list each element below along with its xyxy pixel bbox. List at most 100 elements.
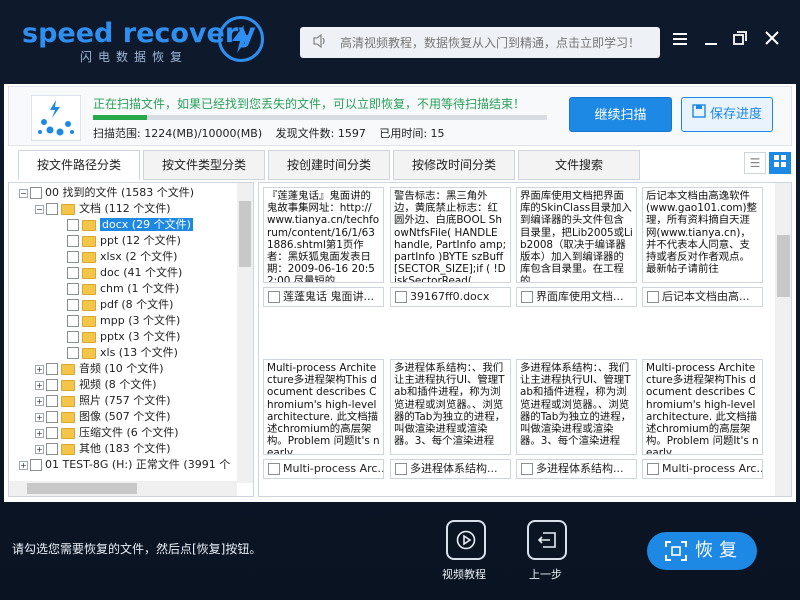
tree-item[interactable]: + 其他 (183 个文件) bbox=[35, 441, 171, 457]
maximize-icon[interactable] bbox=[729, 30, 751, 52]
file-card-label[interactable]: 多进程体系结构... bbox=[516, 459, 637, 479]
file-card[interactable]: 『莲蓬鬼话』鬼面讲的鬼故事集网址：http://www.tianya.cn/te… bbox=[263, 187, 384, 307]
tab-0[interactable]: 按文件路径分类 bbox=[18, 150, 140, 180]
file-card[interactable]: 多进程体系结构：、我们让主进程执行UI、管理Tab和插件进程，称为浏览进程或浏览… bbox=[516, 359, 637, 479]
file-card[interactable]: 多进程体系结构：、我们让主进程执行UI、管理Tab和插件进程，称为浏览进程或浏览… bbox=[390, 359, 511, 479]
tree-checkbox[interactable] bbox=[67, 347, 79, 359]
file-checkbox[interactable] bbox=[268, 463, 280, 475]
tree-item[interactable]: + 照片 (757 个文件) bbox=[35, 393, 171, 409]
tree-item[interactable]: doc (41 个文件) bbox=[67, 265, 182, 281]
tree-checkbox[interactable] bbox=[67, 315, 79, 327]
tree-item-count: (112 个文件) bbox=[104, 202, 171, 215]
file-checkbox[interactable] bbox=[395, 463, 407, 475]
tree-checkbox[interactable] bbox=[46, 203, 58, 215]
search-input[interactable] bbox=[340, 28, 650, 57]
tree-horizontal-scrollbar[interactable] bbox=[9, 481, 237, 496]
file-card-label[interactable]: Multi-process Arc... bbox=[263, 459, 384, 479]
file-checkbox[interactable] bbox=[268, 291, 280, 303]
file-checkbox[interactable] bbox=[521, 463, 533, 475]
tree-item[interactable]: xls (13 个文件) bbox=[67, 345, 178, 361]
scroll-thumb[interactable] bbox=[239, 201, 251, 267]
tree-item[interactable]: − 00 找到的文件 (1583 个文件) bbox=[19, 185, 194, 201]
scroll-thumb[interactable] bbox=[27, 483, 137, 494]
tab-4[interactable]: 文件搜索 bbox=[518, 150, 640, 180]
tree-checkbox[interactable] bbox=[46, 395, 58, 407]
tree-item[interactable]: pdf (8 个文件) bbox=[67, 297, 173, 313]
scroll-thumb[interactable] bbox=[777, 235, 790, 297]
tree-checkbox[interactable] bbox=[67, 267, 79, 279]
tree-item[interactable]: + 压缩文件 (6 个文件) bbox=[35, 425, 179, 441]
tree-checkbox[interactable] bbox=[67, 251, 79, 263]
expand-toggle-icon[interactable]: + bbox=[35, 428, 44, 438]
menu-icon[interactable] bbox=[669, 30, 691, 52]
minimize-icon[interactable] bbox=[700, 30, 722, 52]
file-card[interactable]: 警告标志：黑三角外边，黄底禁止标志：红圆外边、白底BOOL ShowNtfsFi… bbox=[390, 187, 511, 307]
tree-checkbox[interactable] bbox=[67, 283, 79, 295]
tree-item[interactable]: chm (1 个文件) bbox=[67, 281, 179, 297]
file-card[interactable]: Multi-process Architecture多进程架构This docu… bbox=[263, 359, 384, 479]
file-card[interactable]: 界面库使用文档把界面库的SkinClass目录加入到编译器的头文件包含目录里，把… bbox=[516, 187, 637, 307]
grid-vertical-scrollbar[interactable] bbox=[775, 183, 791, 496]
tree-item[interactable]: +01 TEST-8G (H:) 正常文件 (3991 个 bbox=[19, 457, 230, 473]
expand-toggle-icon[interactable]: − bbox=[35, 204, 44, 214]
tree-checkbox[interactable] bbox=[46, 443, 58, 455]
tree-item[interactable]: xlsx (2 个文件) bbox=[67, 249, 177, 265]
recover-button[interactable]: 恢复 bbox=[647, 532, 757, 570]
tab-1[interactable]: 按文件类型分类 bbox=[143, 150, 265, 180]
video-tutorial-button[interactable] bbox=[446, 520, 486, 560]
tree-item-count: (8 个文件) bbox=[121, 298, 174, 311]
expand-toggle-icon[interactable]: + bbox=[35, 444, 44, 454]
file-card-label[interactable]: 39167ff0.docx bbox=[390, 287, 511, 307]
close-icon[interactable] bbox=[761, 30, 783, 52]
file-card-label[interactable]: Multi-process Arc... bbox=[642, 459, 763, 479]
file-checkbox[interactable] bbox=[521, 291, 533, 303]
file-name: 后记本文档由高... bbox=[662, 290, 750, 303]
expand-toggle-icon[interactable]: + bbox=[35, 412, 44, 422]
expand-toggle-icon[interactable]: + bbox=[19, 460, 28, 470]
scan-progress-bar bbox=[93, 115, 547, 120]
expand-toggle-icon[interactable]: + bbox=[35, 396, 44, 406]
file-card[interactable]: 后记本文档由高逸软件(www.gao101.com)整理，所有资料摘自天涯网(w… bbox=[642, 187, 763, 307]
back-button[interactable] bbox=[527, 520, 567, 560]
list-view-icon[interactable]: ☰ bbox=[744, 152, 766, 174]
expand-toggle-icon[interactable]: + bbox=[35, 364, 44, 374]
tree-item[interactable]: + 视频 (8 个文件) bbox=[35, 377, 157, 393]
file-card-label[interactable]: 界面库使用文档... bbox=[516, 287, 637, 307]
tree-checkbox[interactable] bbox=[46, 411, 58, 423]
tree-item[interactable]: docx (29 个文件) bbox=[67, 217, 193, 233]
file-card-label[interactable]: 后记本文档由高... bbox=[642, 287, 763, 307]
tree-checkbox[interactable] bbox=[46, 363, 58, 375]
grid-view-icon[interactable] bbox=[769, 152, 791, 174]
tree-item[interactable]: − 文档 (112 个文件) bbox=[35, 201, 171, 217]
file-card-label[interactable]: 多进程体系结构... bbox=[390, 459, 511, 479]
tree-checkbox[interactable] bbox=[67, 299, 79, 311]
file-name: Multi-process Arc... bbox=[662, 462, 763, 475]
tree-item[interactable]: pptx (3 个文件) bbox=[67, 329, 180, 345]
tree-item[interactable]: + 图像 (507 个文件) bbox=[35, 409, 171, 425]
file-checkbox[interactable] bbox=[395, 291, 407, 303]
tree-item[interactable]: + 音频 (10 个文件) bbox=[35, 361, 164, 377]
expand-toggle-icon[interactable]: + bbox=[35, 380, 44, 390]
tree-checkbox[interactable] bbox=[67, 219, 79, 231]
tree-checkbox[interactable] bbox=[67, 331, 79, 343]
tree-checkbox[interactable] bbox=[30, 187, 42, 199]
tree-checkbox[interactable] bbox=[46, 379, 58, 391]
save-progress-button[interactable]: 保存进度 bbox=[681, 97, 773, 132]
tree-item[interactable]: ppt (12 个文件) bbox=[67, 233, 181, 249]
tree-checkbox[interactable] bbox=[67, 235, 79, 247]
tree-vertical-scrollbar[interactable] bbox=[237, 183, 253, 483]
file-preview-text: Multi-process Architecture多进程架构This docu… bbox=[263, 359, 384, 455]
file-card[interactable]: Multi-process Architecture多进程架构This docu… bbox=[642, 359, 763, 479]
continue-scan-button[interactable]: 继续扫描 bbox=[569, 97, 672, 132]
tree-item[interactable]: mpp (3 个文件) bbox=[67, 313, 180, 329]
expand-toggle-icon[interactable]: − bbox=[19, 188, 28, 198]
tree-item-label: docx bbox=[102, 218, 129, 231]
tree-checkbox[interactable] bbox=[30, 459, 42, 471]
file-checkbox[interactable] bbox=[647, 463, 659, 475]
tab-3[interactable]: 按修改时间分类 bbox=[393, 150, 515, 180]
file-card-label[interactable]: 莲蓬鬼话 鬼面讲... bbox=[263, 287, 384, 307]
search-bar[interactable] bbox=[300, 27, 660, 58]
tab-2[interactable]: 按创建时间分类 bbox=[268, 150, 390, 180]
file-checkbox[interactable] bbox=[647, 291, 659, 303]
tree-checkbox[interactable] bbox=[46, 427, 58, 439]
